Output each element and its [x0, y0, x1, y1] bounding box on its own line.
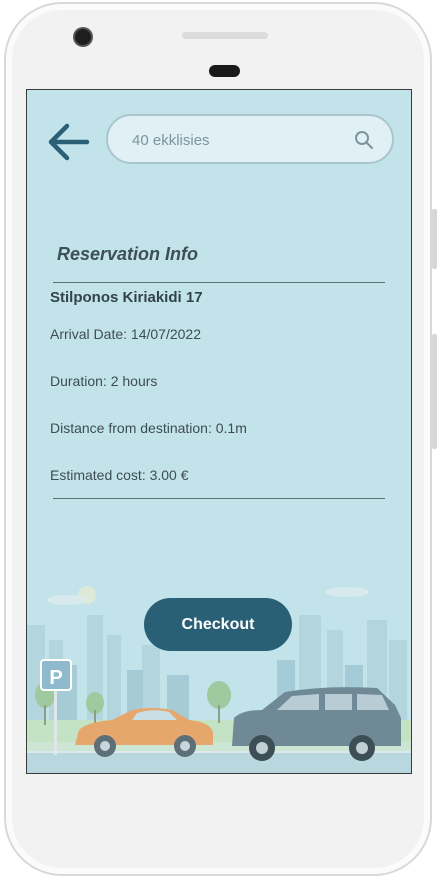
search-icon[interactable] — [354, 130, 374, 150]
parking-sign-icon: P — [49, 667, 62, 689]
top-divider — [53, 282, 385, 283]
checkout-button[interactable]: Checkout — [144, 598, 292, 651]
search-bar — [106, 114, 394, 164]
search-input[interactable] — [130, 128, 344, 152]
bottom-divider — [53, 498, 385, 499]
distance-from-destination: Distance from destination: 0.1m — [50, 420, 247, 436]
estimated-cost: Estimated cost: 3.00 € — [50, 467, 189, 483]
back-button[interactable] — [47, 120, 91, 164]
reservation-info-heading: Reservation Info — [57, 244, 199, 264]
arrival-date: Arrival Date: 14/07/2022 — [50, 326, 201, 342]
arrow-left-icon — [48, 123, 90, 161]
volume-button — [432, 209, 437, 269]
duration: Duration: 2 hours — [50, 373, 158, 389]
proximity-sensor — [209, 65, 240, 77]
earpiece-speaker — [182, 32, 268, 39]
parking-address: Stilponos Kiriakidi 17 — [50, 289, 203, 306]
front-camera — [75, 29, 91, 45]
app-screen: P Reservation Info Stilpo — [26, 89, 412, 774]
power-button — [432, 334, 437, 449]
